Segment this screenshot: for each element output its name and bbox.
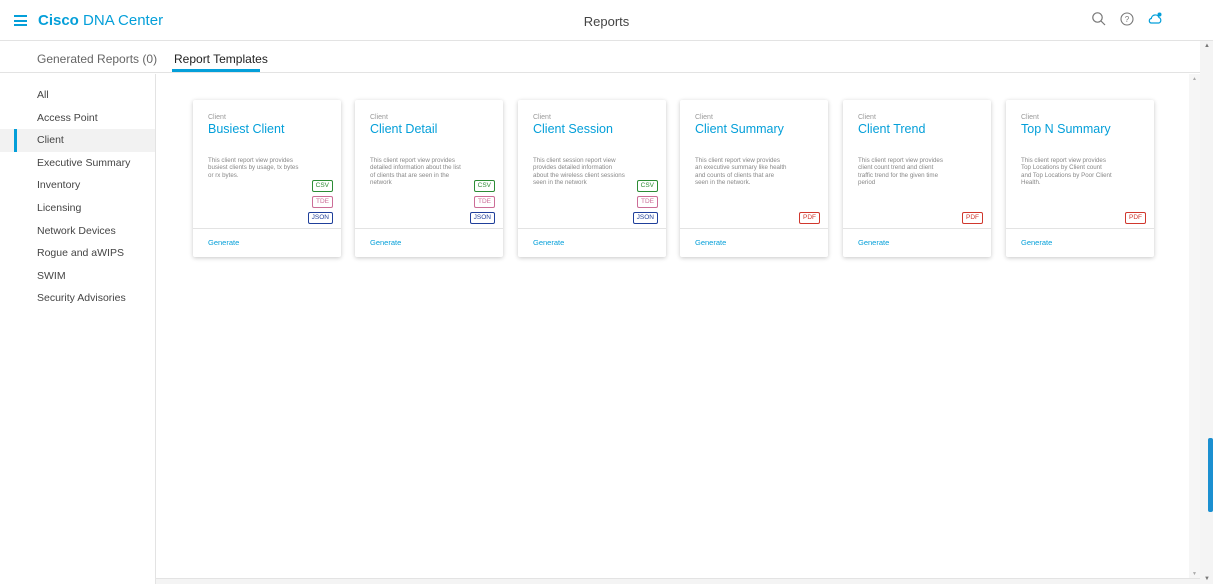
card-divider bbox=[193, 228, 341, 229]
format-badge-csv: CSV bbox=[311, 180, 333, 192]
generate-link[interactable]: Generate bbox=[1021, 238, 1052, 247]
page-scroll-down-icon[interactable]: ▼ bbox=[1204, 576, 1210, 582]
page-scrollbar[interactable]: ▲ ▼ bbox=[1200, 41, 1213, 584]
card-title[interactable]: Client Detail bbox=[370, 122, 437, 136]
report-template-grid: Client Busiest Client This client report… bbox=[156, 74, 1200, 579]
generate-link[interactable]: Generate bbox=[695, 238, 726, 247]
category-sidebar: All Access Point Client Executive Summar… bbox=[0, 74, 156, 584]
sidebar-item-access-point[interactable]: Access Point bbox=[0, 107, 155, 130]
card-description: This client report view provides client … bbox=[858, 157, 943, 186]
report-card-client-trend[interactable]: Client Client Trend This client report v… bbox=[843, 100, 991, 257]
card-category: Client bbox=[370, 114, 388, 121]
scroll-up-arrow-icon[interactable]: ▲ bbox=[1192, 76, 1197, 82]
generate-link[interactable]: Generate bbox=[533, 238, 564, 247]
card-description: This client report view provides Top Loc… bbox=[1021, 157, 1112, 186]
format-badge-tde: TDE bbox=[312, 196, 333, 208]
card-description: This client report view provides an exec… bbox=[695, 157, 787, 186]
card-divider bbox=[355, 228, 503, 229]
scroll-down-arrow-icon[interactable]: ▼ bbox=[1192, 571, 1197, 577]
report-card-busiest-client[interactable]: Client Busiest Client This client report… bbox=[193, 100, 341, 257]
format-badge-tde: TDE bbox=[474, 196, 495, 208]
card-title[interactable]: Busiest Client bbox=[208, 122, 284, 136]
report-card-client-summary[interactable]: Client Client Summary This client report… bbox=[680, 100, 828, 257]
format-badge-json: JSON bbox=[469, 212, 495, 224]
format-badge-pdf: PDF bbox=[962, 212, 983, 224]
format-badge-json: JSON bbox=[632, 212, 658, 224]
generate-link[interactable]: Generate bbox=[208, 238, 239, 247]
sidebar-item-swim[interactable]: SWIM bbox=[0, 265, 155, 288]
card-category: Client bbox=[208, 114, 226, 121]
search-icon[interactable] bbox=[1091, 11, 1107, 27]
format-badge-pdf: PDF bbox=[1125, 212, 1146, 224]
sidebar-item-security-advisories[interactable]: Security Advisories bbox=[0, 287, 155, 310]
card-category: Client bbox=[1021, 114, 1039, 121]
report-card-client-detail[interactable]: Client Client Detail This client report … bbox=[355, 100, 503, 257]
card-description: This client report view provides detaile… bbox=[370, 157, 461, 186]
top-bar: Cisco DNA Center Reports ? bbox=[0, 0, 1213, 41]
card-divider bbox=[843, 228, 991, 229]
sidebar-item-licensing[interactable]: Licensing bbox=[0, 197, 155, 220]
format-badge-json: JSON bbox=[307, 212, 333, 224]
sidebar-item-all[interactable]: All bbox=[0, 84, 155, 107]
sidebar-item-network-devices[interactable]: Network Devices bbox=[0, 220, 155, 243]
svg-text:?: ? bbox=[1125, 15, 1130, 24]
horizontal-scrollbar[interactable] bbox=[156, 578, 1200, 584]
notification-cloud-icon[interactable] bbox=[1147, 11, 1163, 27]
generate-link[interactable]: Generate bbox=[370, 238, 401, 247]
card-title[interactable]: Client Session bbox=[533, 122, 613, 136]
report-card-client-session[interactable]: Client Client Session This client sessio… bbox=[518, 100, 666, 257]
scrollbar-thumb[interactable] bbox=[1208, 438, 1213, 512]
report-card-top-n-summary[interactable]: Client Top N Summary This client report … bbox=[1006, 100, 1154, 257]
card-divider bbox=[518, 228, 666, 229]
format-badge-csv: CSV bbox=[636, 180, 658, 192]
generate-link[interactable]: Generate bbox=[858, 238, 889, 247]
active-tab-indicator bbox=[172, 69, 260, 72]
report-tabs: Generated Reports (0) Report Templates bbox=[0, 41, 1200, 73]
content-scrollbar[interactable]: ▲ ▼ bbox=[1189, 74, 1200, 579]
format-badge-tde: TDE bbox=[637, 196, 658, 208]
card-divider bbox=[680, 228, 828, 229]
card-category: Client bbox=[695, 114, 713, 121]
tab-generated-reports[interactable]: Generated Reports (0) bbox=[37, 52, 157, 66]
card-divider bbox=[1006, 228, 1154, 229]
card-category: Client bbox=[533, 114, 551, 121]
sidebar-item-executive-summary[interactable]: Executive Summary bbox=[0, 152, 155, 175]
card-description: This client session report view provides… bbox=[533, 157, 625, 186]
tab-report-templates[interactable]: Report Templates bbox=[174, 52, 268, 66]
format-badge-csv: CSV bbox=[473, 180, 495, 192]
sidebar-item-client[interactable]: Client bbox=[0, 129, 155, 152]
format-badge-pdf: PDF bbox=[799, 212, 820, 224]
sidebar-item-rogue-and-awips[interactable]: Rogue and aWIPS bbox=[0, 242, 155, 265]
card-title[interactable]: Client Trend bbox=[858, 122, 925, 136]
card-category: Client bbox=[858, 114, 876, 121]
card-title[interactable]: Top N Summary bbox=[1021, 122, 1111, 136]
help-icon[interactable]: ? bbox=[1119, 11, 1135, 27]
page-scroll-up-icon[interactable]: ▲ bbox=[1204, 43, 1210, 49]
card-description: This client report view provides busiest… bbox=[208, 157, 299, 179]
card-title[interactable]: Client Summary bbox=[695, 122, 784, 136]
sidebar-item-inventory[interactable]: Inventory bbox=[0, 174, 155, 197]
page-title: Reports bbox=[583, 14, 630, 29]
